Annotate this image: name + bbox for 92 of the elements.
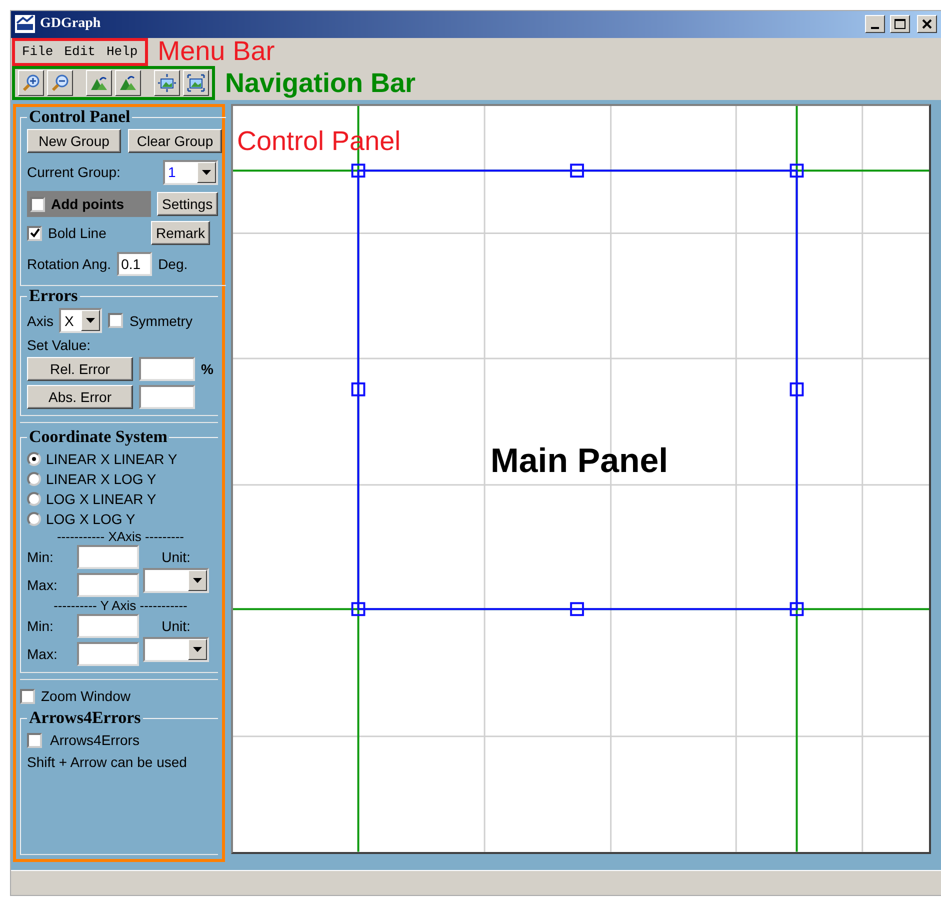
- section-title: Arrows4Errors: [28, 708, 142, 728]
- unit-dropdown[interactable]: [143, 568, 209, 594]
- checkbox[interactable]: [30, 196, 45, 212]
- checkbox[interactable]: [108, 313, 124, 328]
- window-title: GDGraph: [40, 16, 102, 32]
- rotation-field[interactable]: 0.1: [117, 252, 152, 276]
- unit-label: Deg.: [158, 256, 188, 272]
- zoom-in-icon: [22, 74, 40, 92]
- rel-error-button[interactable]: Rel. Error: [27, 357, 133, 382]
- input-field[interactable]: [77, 614, 139, 638]
- close-icon: [922, 19, 932, 30]
- annotation-label: Menu Bar: [158, 36, 275, 68]
- input-field[interactable]: [77, 642, 139, 666]
- toolbar-button[interactable]: [183, 70, 209, 96]
- menu-item[interactable]: File: [18, 44, 58, 60]
- input-field[interactable]: [77, 573, 139, 598]
- close-button[interactable]: [917, 15, 937, 34]
- unit-dropdown[interactable]: [143, 637, 209, 662]
- section-title: Coordinate System: [28, 427, 168, 448]
- caret-icon: [193, 647, 202, 652]
- field-label: Axis: [27, 312, 54, 329]
- toolbar-button[interactable]: [86, 70, 112, 96]
- menu-item[interactable]: Edit: [60, 44, 100, 60]
- picture-frame-icon: [187, 74, 205, 92]
- radio-label: LOG X LOG Y: [46, 510, 136, 527]
- radio-button[interactable]: [27, 512, 41, 526]
- toolbar-button[interactable]: [154, 70, 180, 96]
- handle-marker[interactable]: [790, 602, 804, 616]
- maximize-button[interactable]: [890, 15, 910, 34]
- radio-button[interactable]: [27, 492, 41, 506]
- field-label: Unit:: [162, 549, 190, 566]
- annotation-label: Navigation Bar: [225, 68, 416, 99]
- add-points-toggle[interactable]: Add points: [27, 191, 151, 218]
- checkbox-label: Bold Line: [48, 225, 108, 242]
- axis-dropdown[interactable]: X: [59, 308, 102, 334]
- section-title: Errors: [28, 286, 79, 306]
- checkbox[interactable]: [20, 688, 35, 704]
- checkbox[interactable]: [27, 226, 42, 241]
- picture-move-icon: [158, 74, 176, 92]
- caret-icon: [202, 170, 211, 175]
- remark-button[interactable]: Remark: [151, 221, 210, 246]
- caret-icon: [193, 578, 202, 584]
- handle-marker[interactable]: [351, 164, 366, 178]
- settings-button[interactable]: Settings: [157, 192, 218, 216]
- group-button[interactable]: New Group: [27, 129, 121, 154]
- field-label: Set Value:: [27, 337, 92, 354]
- handle-marker[interactable]: [790, 164, 804, 178]
- checkbox-label: Symmetry: [129, 312, 192, 329]
- handle-marker[interactable]: [790, 382, 804, 397]
- input-field[interactable]: [77, 545, 139, 570]
- radio-label: LINEAR X LOG Y: [46, 470, 156, 487]
- input-field[interactable]: [139, 385, 195, 410]
- field-label: Max:: [27, 646, 58, 662]
- handle-marker[interactable]: [570, 164, 584, 178]
- field-label: Min:: [27, 618, 54, 634]
- radio-label: LOG X LINEAR Y: [46, 490, 156, 507]
- minimize-icon: [871, 27, 879, 30]
- mountain-arrow-icon: [119, 74, 137, 92]
- caret-icon: [86, 318, 96, 324]
- hint-text: Shift + Arrow can be used: [27, 754, 188, 770]
- toolbar-button[interactable]: [115, 70, 141, 96]
- axis-heading: ----------- XAxis ---------: [56, 529, 186, 544]
- field-label: Max:: [27, 577, 58, 594]
- group-dropdown[interactable]: 1: [163, 160, 218, 185]
- maximize-icon: [894, 19, 906, 30]
- group-button[interactable]: Clear Group: [128, 129, 222, 154]
- abs-error-button[interactable]: Abs. Error: [27, 385, 133, 410]
- zoom-out-icon: [51, 74, 69, 92]
- input-field[interactable]: [139, 357, 195, 382]
- checkbox-label: Arrows4Errors: [50, 732, 140, 748]
- field-label: Unit:: [162, 618, 190, 634]
- mountain-icon: [90, 74, 108, 92]
- app-logo-icon: [15, 15, 35, 34]
- radio-label: LINEAR X LINEAR Y: [46, 450, 178, 467]
- radio-button[interactable]: [27, 452, 41, 466]
- field-label: Current Group:: [27, 164, 122, 180]
- checkbox[interactable]: [27, 732, 42, 748]
- menu-item[interactable]: Help: [102, 44, 142, 60]
- handle-marker[interactable]: [570, 602, 584, 616]
- unit-label: %: [201, 361, 214, 378]
- section-title: Control Panel: [28, 107, 132, 128]
- toolbar-button[interactable]: [18, 70, 44, 96]
- field-label: Min:: [27, 549, 54, 566]
- handle-marker[interactable]: [351, 602, 366, 616]
- handle-marker[interactable]: [351, 382, 366, 397]
- checkbox-label: Zoom Window: [41, 688, 130, 704]
- annotation-label: Main Panel: [490, 442, 668, 481]
- field-label: Rotation Ang.: [27, 256, 112, 272]
- axis-heading: ---------- Y Axis -----------: [52, 598, 188, 614]
- radio-button[interactable]: [27, 472, 41, 486]
- toolbar-button[interactable]: [47, 70, 73, 96]
- minimize-button[interactable]: [865, 15, 885, 34]
